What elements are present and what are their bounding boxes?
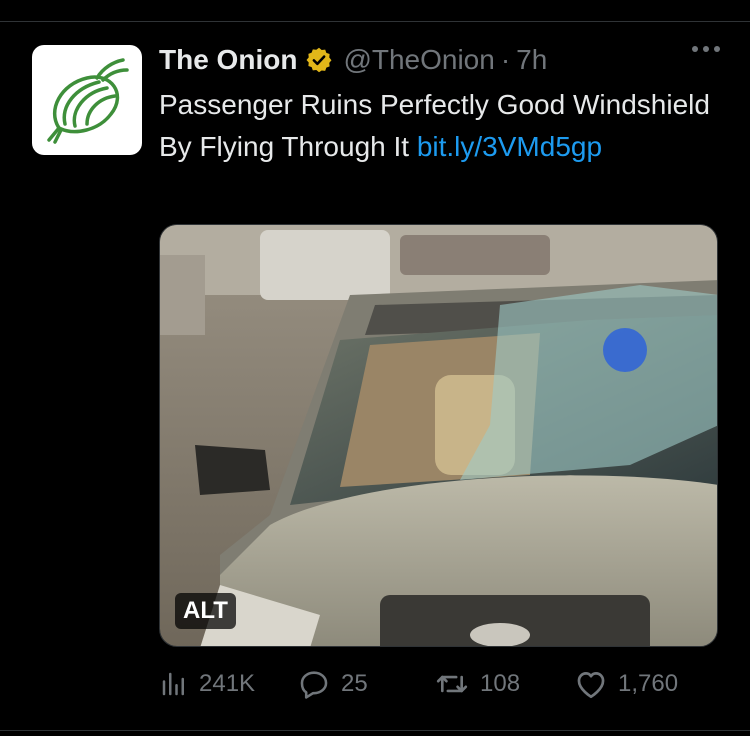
like-button[interactable]: 1,760 bbox=[574, 662, 678, 706]
more-options-icon[interactable] bbox=[692, 46, 720, 52]
separator-dot: · bbox=[500, 44, 511, 75]
author-handle[interactable]: @TheOnion bbox=[343, 44, 494, 76]
retweet-count: 108 bbox=[480, 670, 521, 697]
top-divider bbox=[0, 21, 750, 22]
retweet-icon bbox=[436, 675, 468, 693]
author-name[interactable]: The Onion bbox=[159, 44, 297, 76]
views-icon bbox=[162, 672, 184, 696]
heart-icon bbox=[577, 672, 605, 699]
retweet-button[interactable]: 108 bbox=[434, 662, 520, 706]
views-button[interactable]: 241K bbox=[159, 662, 255, 706]
tweet-media[interactable] bbox=[159, 224, 718, 647]
avatar[interactable] bbox=[32, 45, 142, 155]
tweet-header: The Onion @TheOnion · 7h bbox=[159, 40, 720, 80]
tweet-actions: 241K 25 108 1,760 bbox=[159, 662, 719, 706]
tweet-text: Passenger Ruins Perfectly Good Windshiel… bbox=[159, 84, 719, 168]
like-count: 1,760 bbox=[618, 670, 679, 697]
reply-icon bbox=[300, 671, 328, 699]
verified-badge-icon bbox=[305, 46, 333, 74]
views-count: 241K bbox=[199, 670, 256, 697]
bottom-divider bbox=[0, 730, 750, 731]
onion-logo-icon bbox=[47, 58, 129, 144]
reply-button[interactable]: 25 bbox=[297, 662, 368, 706]
tweet-link[interactable]: bit.ly/3VMd5gp bbox=[417, 131, 602, 162]
alt-text-badge[interactable]: ALT bbox=[175, 593, 236, 629]
reply-count: 25 bbox=[341, 670, 368, 697]
timestamp[interactable]: 7h bbox=[516, 44, 547, 76]
car-windshield-photo bbox=[160, 225, 717, 646]
